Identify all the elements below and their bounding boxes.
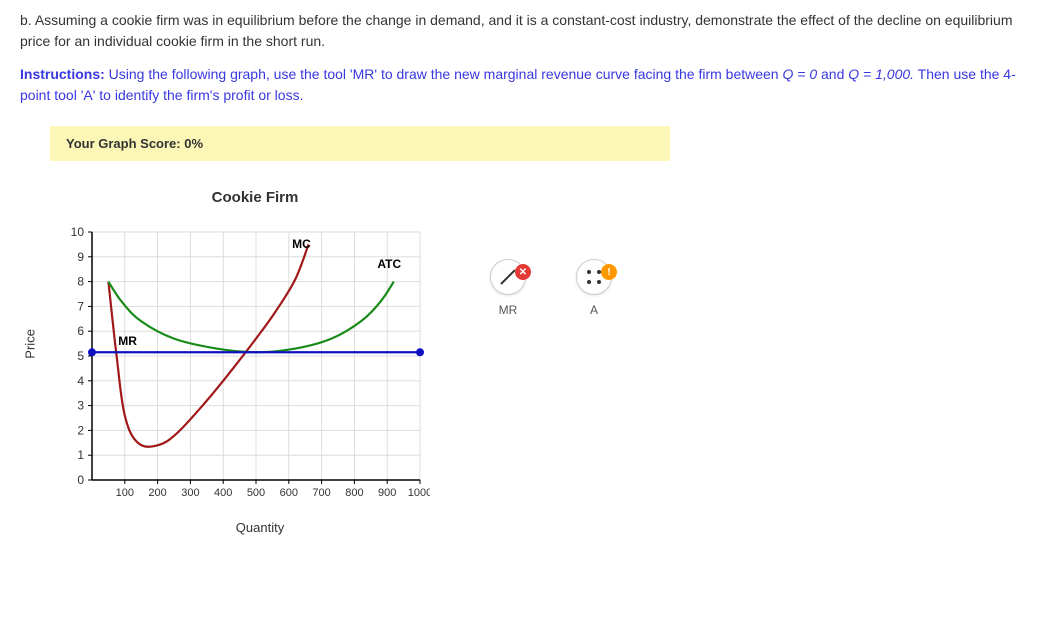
svg-text:10: 10 (71, 226, 85, 239)
svg-text:4: 4 (77, 374, 84, 388)
svg-text:1000: 1000 (408, 487, 430, 499)
chart-title: Cookie Firm (80, 189, 430, 206)
score-bar: Your Graph Score: 0% (50, 126, 670, 161)
tool-mr-icon: ✕ (490, 259, 526, 295)
svg-text:5: 5 (77, 349, 84, 363)
close-icon: ✕ (515, 264, 531, 280)
question-body: Assuming a cookie firm was in equilibriu… (20, 12, 1013, 49)
instructions: Instructions: Using the following graph,… (20, 64, 1020, 106)
instructions-q0: Q = 0 (782, 66, 817, 82)
svg-text:500: 500 (247, 487, 265, 499)
svg-text:0: 0 (77, 473, 84, 487)
instructions-q1000: Q = 1,000. (848, 66, 914, 82)
svg-text:400: 400 (214, 487, 232, 499)
tool-mr[interactable]: ✕ MR (490, 259, 526, 317)
chart-area: Cookie Firm Price 0123456789101002003004… (50, 189, 430, 535)
tool-a-label: A (590, 303, 598, 317)
svg-text:200: 200 (148, 487, 166, 499)
svg-text:7: 7 (77, 299, 84, 313)
svg-text:300: 300 (181, 487, 199, 499)
tool-a-icon: ! (576, 259, 612, 295)
svg-text:9: 9 (77, 250, 84, 264)
tool-a[interactable]: ! A (576, 259, 612, 317)
tool-palette: ✕ MR ! A (490, 259, 612, 317)
svg-text:700: 700 (312, 487, 330, 499)
svg-text:900: 900 (378, 487, 396, 499)
question-text: b. Assuming a cookie firm was in equilib… (20, 10, 1020, 52)
instructions-text-1: Using the following graph, use the tool … (105, 66, 783, 82)
x-axis-label: Quantity (90, 520, 430, 535)
svg-text:1: 1 (77, 448, 84, 462)
svg-text:2: 2 (77, 423, 84, 437)
warning-icon: ! (601, 264, 617, 280)
y-axis-label: Price (23, 329, 38, 359)
question-part: b. (20, 12, 32, 28)
tool-mr-label: MR (499, 303, 518, 317)
svg-text:100: 100 (116, 487, 134, 499)
svg-text:ATC: ATC (377, 257, 401, 271)
instructions-mid: and (817, 66, 848, 82)
svg-text:8: 8 (77, 275, 84, 289)
svg-text:600: 600 (280, 487, 298, 499)
svg-text:6: 6 (77, 324, 84, 338)
instructions-label: Instructions: (20, 66, 105, 82)
chart-plot[interactable]: 0 1 2 3 4 5 6 7 8 9 10 100 200 300 400 500 600 700 800 900 1… (50, 226, 430, 506)
svg-text:MR: MR (118, 334, 137, 348)
svg-text:800: 800 (345, 487, 363, 499)
svg-text:3: 3 (77, 399, 84, 413)
svg-text:MC: MC (292, 237, 311, 251)
